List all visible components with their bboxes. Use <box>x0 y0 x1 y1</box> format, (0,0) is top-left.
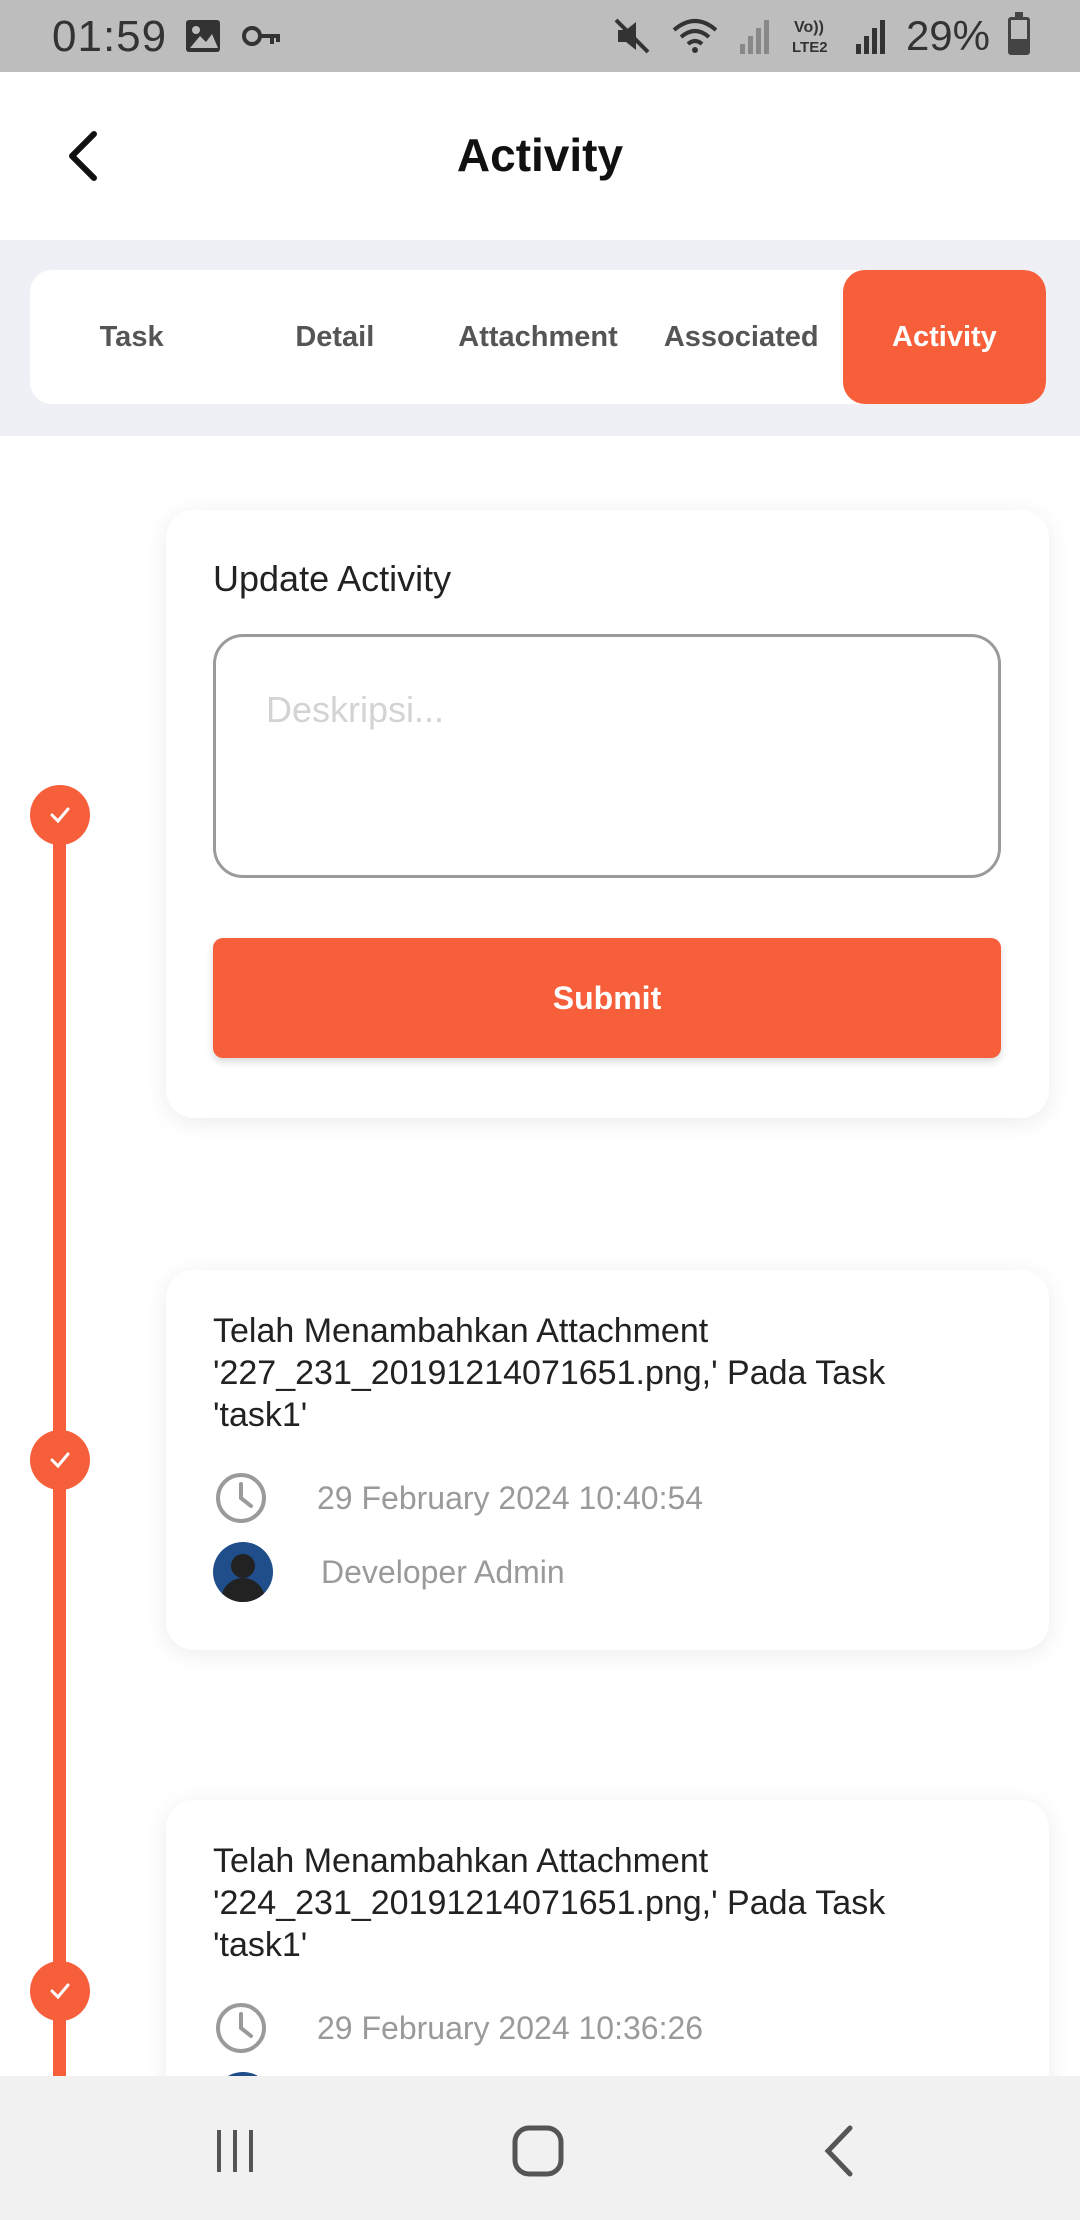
activity-timestamp: 29 February 2024 10:40:54 <box>317 1479 704 1516</box>
battery-percent: 29% <box>905 12 990 59</box>
tab-task[interactable]: Task <box>30 270 233 404</box>
clock-icon <box>216 2003 266 2053</box>
check-icon <box>50 1452 70 1469</box>
update-activity-title: Update Activity <box>213 558 452 599</box>
recent-apps-icon <box>217 2130 253 2172</box>
svg-text:Vo)): Vo)) <box>794 19 824 36</box>
tab-detail[interactable]: Detail <box>233 270 436 404</box>
activity-timestamp: 29 February 2024 10:36:26 <box>317 2009 704 2046</box>
system-nav-bar <box>0 2076 1080 2220</box>
home-button[interactable] <box>498 2116 578 2186</box>
back-icon <box>824 2125 853 2177</box>
submit-button[interactable]: Submit <box>213 938 1001 1058</box>
activity-time-row: 29 February 2024 10:36:26 <box>213 2000 703 2056</box>
tab-associated[interactable]: Associated <box>640 270 843 404</box>
app-bar: Activity <box>0 72 1080 240</box>
wifi-icon <box>672 19 718 53</box>
activity-text: Telah Menambahkan Attachment '227_231_20… <box>213 1312 886 1434</box>
update-activity-card: Update Activity Deskripsi... Submit <box>166 510 1049 1118</box>
image-icon <box>186 20 220 52</box>
tab-attachment[interactable]: Attachment <box>436 270 639 404</box>
nav-back-button[interactable] <box>800 2116 880 2186</box>
page-title: Activity <box>456 129 624 181</box>
avatar <box>213 1542 273 1602</box>
mute-icon <box>614 18 650 54</box>
activity-user: Developer Admin <box>321 1553 565 1590</box>
description-input[interactable]: Deskripsi... <box>213 634 1001 878</box>
home-icon <box>512 2125 564 2177</box>
timeline-dot <box>30 785 90 845</box>
signal-icon <box>855 20 885 54</box>
activity-item: Telah Menambahkan Attachment '227_231_20… <box>166 1270 1049 1650</box>
key-icon <box>242 26 280 46</box>
check-icon <box>50 807 70 824</box>
svg-text:LTE2: LTE2 <box>792 39 828 56</box>
recent-apps-button[interactable] <box>196 2116 276 2186</box>
status-right: Vo)) LTE2 29% <box>612 12 1030 60</box>
signal-icon <box>739 20 769 54</box>
activity-text: Telah Menambahkan Attachment '224_231_20… <box>213 1842 886 1964</box>
timeline-dot <box>30 1430 90 1490</box>
volte-icon: Vo)) LTE2 <box>792 19 828 56</box>
battery-icon <box>1008 12 1030 55</box>
activity-user-row: Developer Admin <box>213 1542 565 1602</box>
activity-time-row: 29 February 2024 10:40:54 <box>213 1470 703 1526</box>
timeline-dot <box>30 1961 90 2021</box>
clock-icon <box>216 1473 266 1523</box>
check-icon <box>50 1983 70 2000</box>
tab-activity[interactable]: Activity <box>842 270 1046 404</box>
status-time: 01:59 <box>52 12 168 61</box>
tab-bar: Task Detail Attachment Associated Activi… <box>0 240 1080 436</box>
status-bar: 01:59 Vo)) LTE2 29% <box>0 0 1080 72</box>
